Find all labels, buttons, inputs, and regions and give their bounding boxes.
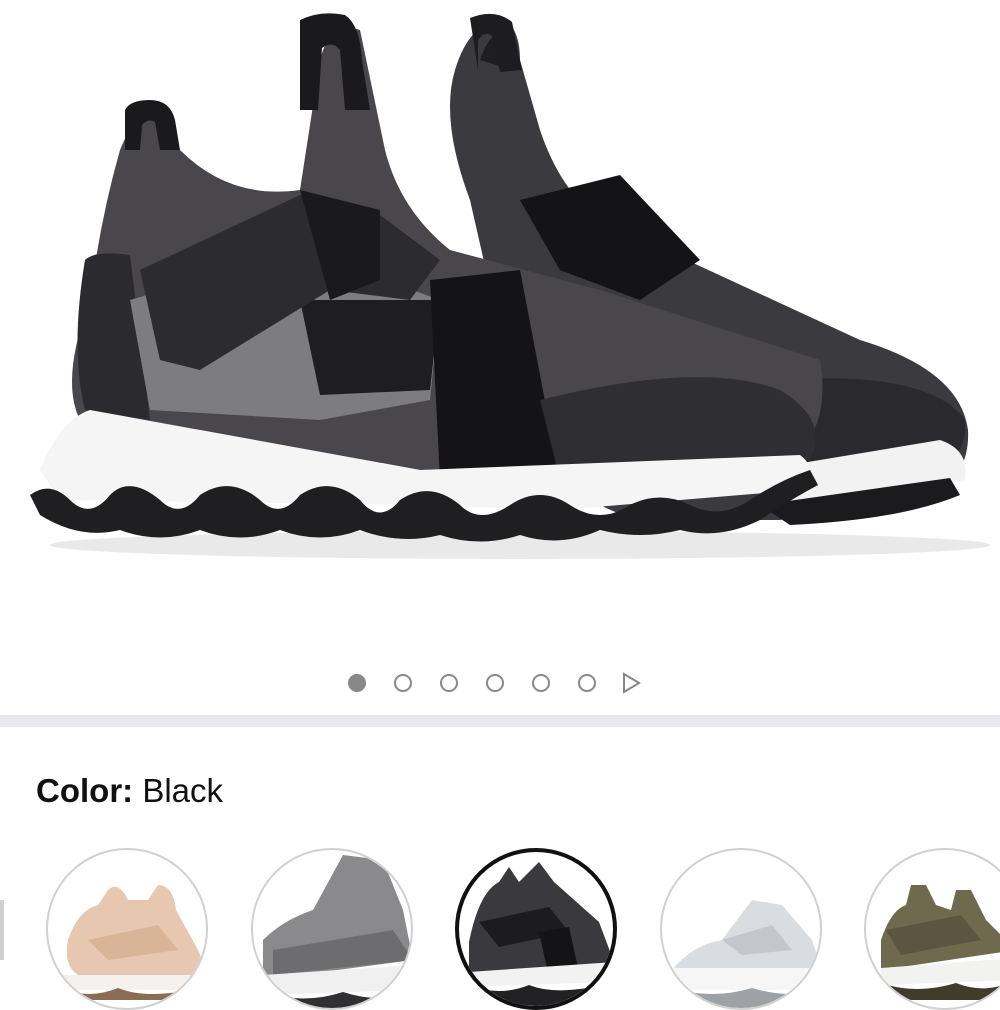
product-image[interactable] xyxy=(0,0,1000,715)
section-divider xyxy=(0,715,1000,727)
swatch-grey[interactable] xyxy=(251,848,413,1010)
previous-swatch-edge xyxy=(0,860,6,1000)
swatch-rose-tan[interactable] xyxy=(46,848,208,1010)
play-triangle-icon[interactable] xyxy=(620,672,642,694)
carousel-dot[interactable] xyxy=(440,674,458,692)
carousel-dot[interactable] xyxy=(578,674,596,692)
color-label: Color: xyxy=(36,772,134,809)
carousel-dot[interactable] xyxy=(394,674,412,692)
carousel-indicator xyxy=(0,672,1000,696)
color-selector-label: Color: Black xyxy=(36,772,223,810)
swatch-black[interactable] xyxy=(455,848,617,1010)
swatch-white[interactable] xyxy=(660,848,822,1010)
color-value: Black xyxy=(142,772,224,809)
sneaker-photo xyxy=(30,13,990,559)
color-swatches xyxy=(0,848,1000,1010)
carousel-dot[interactable] xyxy=(532,674,550,692)
carousel-dot[interactable] xyxy=(486,674,504,692)
carousel-dot[interactable] xyxy=(348,674,366,692)
swatch-olive[interactable] xyxy=(864,848,1000,1010)
